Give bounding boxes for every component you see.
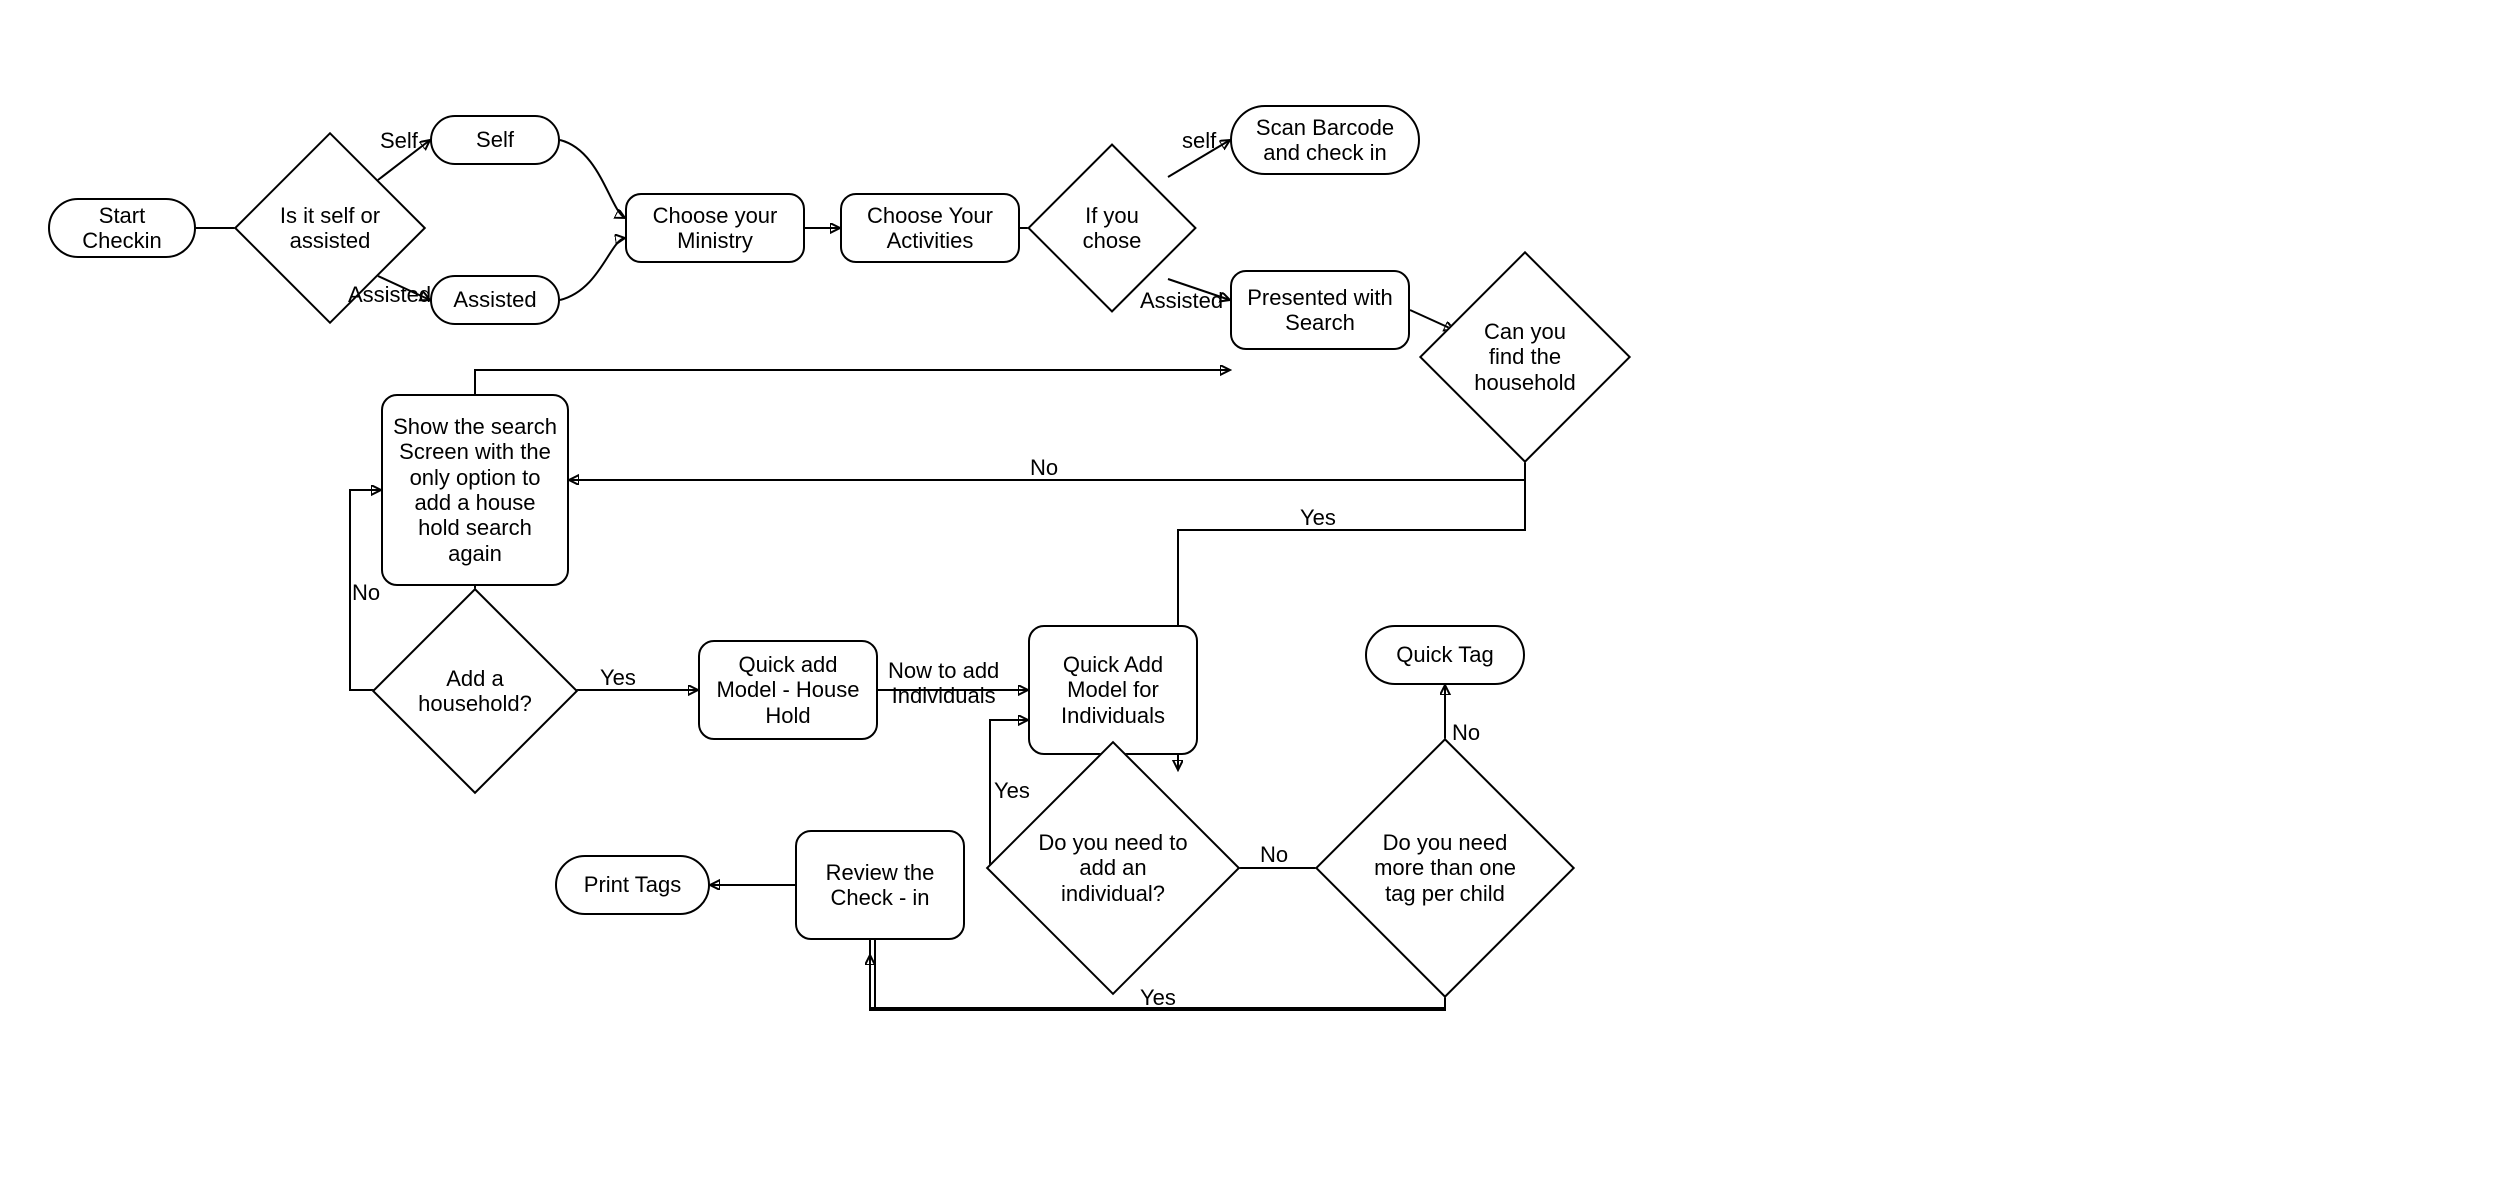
edge-label-now-add: Now to add Individuals — [888, 658, 999, 709]
node-label: Quick add Model - House Hold — [710, 652, 866, 728]
node-presented-search: Presented with Search — [1230, 270, 1410, 350]
node-label: Assisted — [453, 287, 536, 312]
node-label: Do you need more than one tag per child — [1367, 830, 1523, 906]
node-self: Self — [430, 115, 560, 165]
node-need-add-individual: Do you need to add an individual? — [1023, 778, 1203, 958]
edge-label-no1: No — [1030, 455, 1058, 480]
node-label: Self — [476, 127, 514, 152]
node-label: Review the Check - in — [807, 860, 953, 911]
node-label: Scan Barcode and check in — [1242, 115, 1408, 166]
edge-label-self2: self — [1182, 128, 1216, 153]
node-label: Add a household? — [416, 666, 534, 717]
node-label: Quick Add Model for Individuals — [1040, 652, 1186, 728]
node-label: Do you need to add an individual? — [1037, 830, 1189, 906]
node-choose-ministry: Choose your Ministry — [625, 193, 805, 263]
edge-label-yes2: Yes — [600, 665, 636, 690]
node-need-more-tags: Do you need more than one tag per child — [1353, 776, 1537, 960]
node-scan-barcode: Scan Barcode and check in — [1230, 105, 1420, 175]
edge-label-yes3: Yes — [994, 778, 1030, 803]
node-start: Start Checkin — [48, 198, 196, 258]
node-quick-tag: Quick Tag — [1365, 625, 1525, 685]
node-label: If you chose — [1066, 203, 1158, 254]
node-label: Start Checkin — [60, 203, 184, 254]
edge-label-self: Self — [380, 128, 418, 153]
node-self-or-assisted: Is it self or assisted — [262, 160, 398, 296]
node-if-you-chose: If you chose — [1052, 168, 1172, 288]
node-choose-activities: Choose Your Activities — [840, 193, 1020, 263]
edge-label-no2: No — [352, 580, 380, 605]
edge-label-assisted: Assisted — [348, 282, 431, 307]
node-quick-add-individuals: Quick Add Model for Individuals — [1028, 625, 1198, 755]
node-add-household: Add a household? — [402, 618, 548, 764]
node-can-find-household: Can you find the household — [1450, 282, 1600, 432]
node-label: Presented with Search — [1242, 285, 1398, 336]
node-assisted: Assisted — [430, 275, 560, 325]
node-label: Choose your Ministry — [637, 203, 793, 254]
node-label: Can you find the household — [1464, 319, 1586, 395]
node-label: Quick Tag — [1396, 642, 1493, 667]
edge-label-assisted2: Assisted — [1140, 288, 1223, 313]
edge-label-yes4: Yes — [1140, 985, 1176, 1010]
node-label: Choose Your Activities — [852, 203, 1008, 254]
node-label: Show the search Screen with the only opt… — [393, 414, 557, 566]
edge-label-no3: No — [1260, 842, 1288, 867]
node-quick-add-household: Quick add Model - House Hold — [698, 640, 878, 740]
node-print-tags: Print Tags — [555, 855, 710, 915]
edge-label-yes1: Yes — [1300, 505, 1336, 530]
edge-label-no4: No — [1452, 720, 1480, 745]
node-label: Is it self or assisted — [276, 203, 384, 254]
node-show-search-screen: Show the search Screen with the only opt… — [381, 394, 569, 586]
flowchart-canvas: Start Checkin Is it self or assisted Sel… — [0, 0, 2501, 1194]
node-review-checkin: Review the Check - in — [795, 830, 965, 940]
node-label: Print Tags — [584, 872, 681, 897]
